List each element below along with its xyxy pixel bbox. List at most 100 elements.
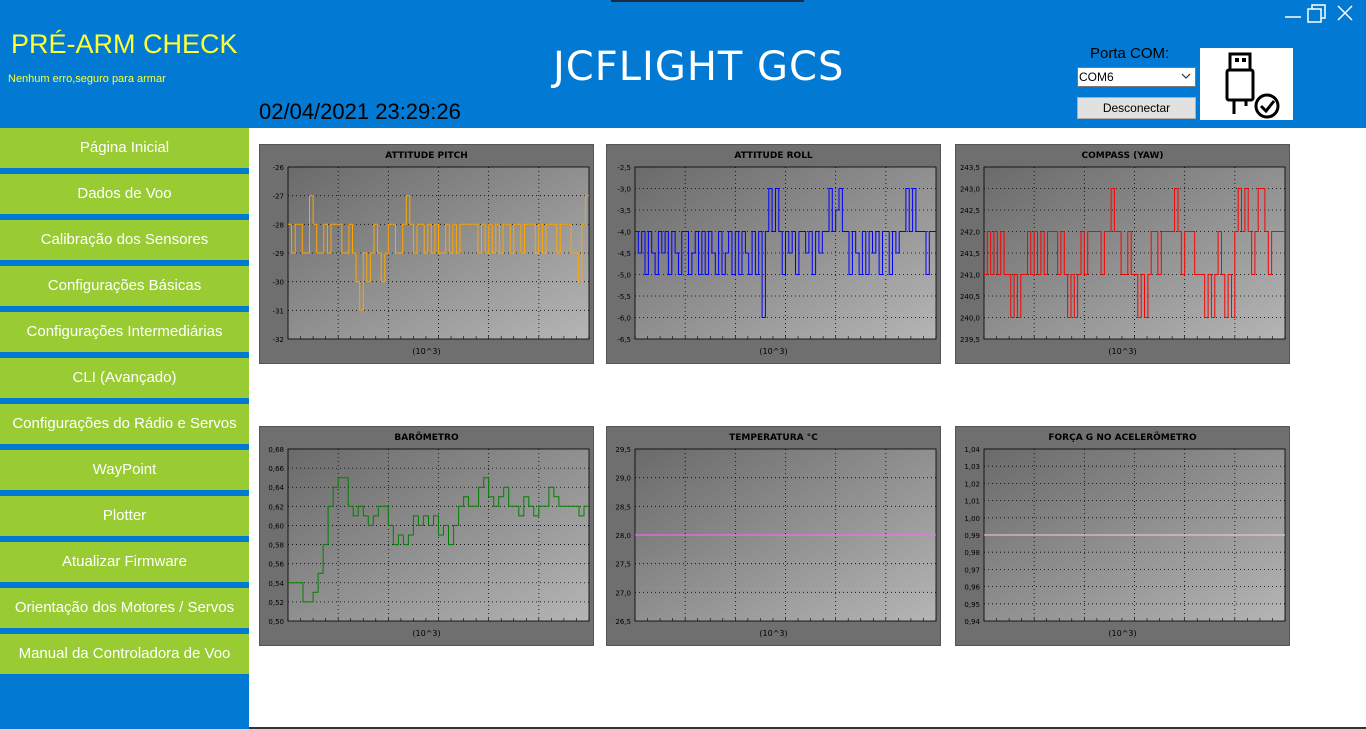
y-tick-label: -5,5 bbox=[617, 293, 631, 301]
y-tick-label: 28,0 bbox=[615, 532, 631, 540]
y-tick-label: 0,99 bbox=[964, 532, 980, 540]
y-tick-label: -3,0 bbox=[617, 186, 631, 194]
y-tick-label: 0,60 bbox=[268, 522, 284, 530]
y-tick-label: 29,5 bbox=[615, 446, 631, 454]
chart-temperatura: 29,5 29,0 28,5 28,0 27,5 27,0 26,5 TEMPERATURA… bbox=[606, 426, 941, 646]
y-tick-label: -27 bbox=[273, 193, 284, 201]
y-tick-label: 0,54 bbox=[268, 580, 284, 588]
y-tick-label: 0,97 bbox=[964, 566, 980, 574]
y-tick-label: -6,0 bbox=[617, 315, 631, 323]
y-tick-label: 243,0 bbox=[960, 186, 980, 194]
y-tick-label: -4,0 bbox=[617, 229, 631, 237]
chart-title: ATTITUDE ROLL bbox=[734, 151, 813, 161]
chart-attitude-roll: -2,5 -3,0 -3,5 -4,0 -4,5 -5,0 -5,5 -6,0 -6,5 ATT… bbox=[606, 144, 941, 364]
com-port-label: Porta COM: bbox=[1090, 45, 1170, 62]
chart-x-label: (10^3) bbox=[412, 347, 441, 356]
y-tick-label: 241,5 bbox=[960, 250, 980, 258]
y-tick-label: 1,02 bbox=[964, 480, 980, 488]
chart-plot: -26 -27 -28 -29 -30 -31 -32 bbox=[273, 164, 590, 344]
nav-configuracoes-intermediarias[interactable]: Configurações Intermediárias bbox=[0, 312, 249, 352]
y-tick-label: 0,68 bbox=[268, 446, 284, 454]
y-tick-label: 27,5 bbox=[615, 561, 631, 569]
y-tick-label: 0,64 bbox=[268, 484, 284, 492]
y-tick-label: 242,5 bbox=[960, 207, 980, 215]
sidebar: Página Inicial Dados de Voo Calibração d… bbox=[0, 128, 249, 729]
prearm-status-text: Nenhum erro,seguro para armar bbox=[8, 73, 166, 85]
y-tick-label: -26 bbox=[273, 164, 285, 172]
y-tick-label: 241,0 bbox=[960, 272, 980, 280]
nav-calibracao-sensores[interactable]: Calibração dos Sensores bbox=[0, 220, 249, 260]
nav-configuracoes-radio-servos[interactable]: Configurações do Rádio e Servos bbox=[0, 404, 249, 444]
y-tick-label: 1,00 bbox=[964, 515, 980, 523]
disconnect-button[interactable]: Desconectar bbox=[1077, 97, 1196, 119]
y-tick-label: 1,01 bbox=[964, 498, 980, 506]
chart-x-label: (10^3) bbox=[1108, 347, 1137, 356]
nav-waypoint[interactable]: WayPoint bbox=[0, 450, 249, 490]
close-icon[interactable] bbox=[1335, 3, 1355, 23]
chart-title: BARÔMETRO bbox=[394, 433, 459, 443]
com-port-select[interactable]: COM6 bbox=[1077, 67, 1196, 87]
com-port-value: COM6 bbox=[1079, 70, 1114, 84]
y-tick-label: 1,04 bbox=[964, 446, 980, 454]
chart-forca-g: 1,04 1,03 1,02 1,01 1,00 0,99 0,98 0,97 0,96 0,95… bbox=[955, 426, 1290, 646]
plot-area bbox=[984, 167, 1285, 339]
chart-plot: 29,5 29,0 28,5 28,0 27,5 27,0 26,5 bbox=[615, 446, 937, 626]
y-tick-label: 0,50 bbox=[268, 618, 284, 626]
chart-x-label: (10^3) bbox=[1108, 629, 1137, 638]
y-tick-label: -2,5 bbox=[617, 164, 631, 172]
y-tick-label: 240,0 bbox=[960, 315, 980, 323]
chart-plot: 1,04 1,03 1,02 1,01 1,00 0,99 0,98 0,97 0,96 0,95… bbox=[964, 446, 1286, 626]
usb-connected-icon bbox=[1200, 48, 1293, 120]
chart-plot: 243,5 243,0 242,5 242,0 241,5 241,0 240,5 240,0… bbox=[960, 164, 1286, 344]
y-tick-label: 0,62 bbox=[268, 503, 284, 511]
nav-plotter[interactable]: Plotter bbox=[0, 496, 249, 536]
y-tick-label: -4,5 bbox=[617, 250, 631, 258]
nav-dados-de-voo[interactable]: Dados de Voo bbox=[0, 174, 249, 214]
nav-configuracoes-basicas[interactable]: Configurações Básicas bbox=[0, 266, 249, 306]
chart-title: COMPASS (YAW) bbox=[1081, 151, 1164, 161]
chart-barometro: 0,68 0,66 0,64 0,62 0,60 0,58 0,56 0,54 0,52 0,50… bbox=[259, 426, 594, 646]
nav-pagina-inicial[interactable]: Página Inicial bbox=[0, 128, 249, 168]
y-tick-label: 243,5 bbox=[960, 164, 980, 172]
app-title: JCFLIGHT GCS bbox=[553, 44, 845, 90]
y-tick-label: -3,5 bbox=[617, 207, 631, 215]
chart-title: FORÇA G NO ACELERÔMETRO bbox=[1048, 433, 1197, 443]
chart-x-label: (10^3) bbox=[759, 629, 788, 638]
y-tick-label: -28 bbox=[273, 221, 284, 229]
y-tick-label: -29 bbox=[273, 250, 284, 258]
nav-atualizar-firmware[interactable]: Atualizar Firmware bbox=[0, 542, 249, 582]
y-tick-label: 27,0 bbox=[615, 589, 631, 597]
nav-cli-avancado[interactable]: CLI (Avançado) bbox=[0, 358, 249, 398]
y-tick-label: 0,94 bbox=[964, 618, 980, 626]
y-tick-label: 28,5 bbox=[615, 503, 631, 511]
chart-x-label: (10^3) bbox=[412, 629, 441, 638]
y-tick-label: 0,96 bbox=[964, 584, 980, 592]
chart-title: ATTITUDE PITCH bbox=[385, 151, 468, 161]
y-tick-label: 0,98 bbox=[964, 549, 980, 557]
chart-plot: -2,5 -3,0 -3,5 -4,0 -4,5 -5,0 -5,5 -6,0 -6,5 bbox=[617, 164, 937, 344]
chart-plot: 0,68 0,66 0,64 0,62 0,60 0,58 0,56 0,54 0,52 0,50 bbox=[268, 446, 590, 626]
minimize-icon[interactable] bbox=[1283, 3, 1303, 23]
y-tick-label: 240,5 bbox=[960, 293, 980, 301]
y-tick-label: 26,5 bbox=[615, 618, 631, 626]
restore-icon[interactable] bbox=[1306, 3, 1328, 25]
y-tick-label: 0,56 bbox=[268, 561, 284, 569]
header-bar: PRÉ-ARM CHECK Nenhum erro,seguro para ar… bbox=[0, 0, 1366, 128]
y-tick-label: 0,58 bbox=[268, 542, 284, 550]
chart-attitude-pitch: -26 -27 -28 -29 -30 -31 -32 ATTITUDE PITCH (10… bbox=[259, 144, 594, 364]
nav-manual-controladora[interactable]: Manual da Controladora de Voo bbox=[0, 634, 249, 674]
chart-title: TEMPERATURA °C bbox=[729, 433, 818, 443]
y-tick-label: -5,0 bbox=[617, 272, 631, 280]
y-tick-label: 239,5 bbox=[960, 336, 980, 344]
prearm-check-title: PRÉ-ARM CHECK bbox=[11, 29, 238, 59]
chevron-down-icon bbox=[1181, 73, 1191, 79]
y-tick-label: 0,95 bbox=[964, 601, 980, 609]
y-tick-label: 0,66 bbox=[268, 465, 284, 473]
datetime-display: 02/04/2021 23:29:26 bbox=[259, 99, 461, 124]
chart-x-label: (10^3) bbox=[759, 347, 788, 356]
chart-compass-yaw: 243,5 243,0 242,5 242,0 241,5 241,0 240,5 240,0… bbox=[955, 144, 1290, 364]
y-tick-label: 29,0 bbox=[615, 475, 631, 483]
y-tick-label: -31 bbox=[273, 307, 284, 315]
y-tick-label: -6,5 bbox=[617, 336, 631, 344]
nav-orientacao-motores[interactable]: Orientação dos Motores / Servos bbox=[0, 588, 249, 628]
